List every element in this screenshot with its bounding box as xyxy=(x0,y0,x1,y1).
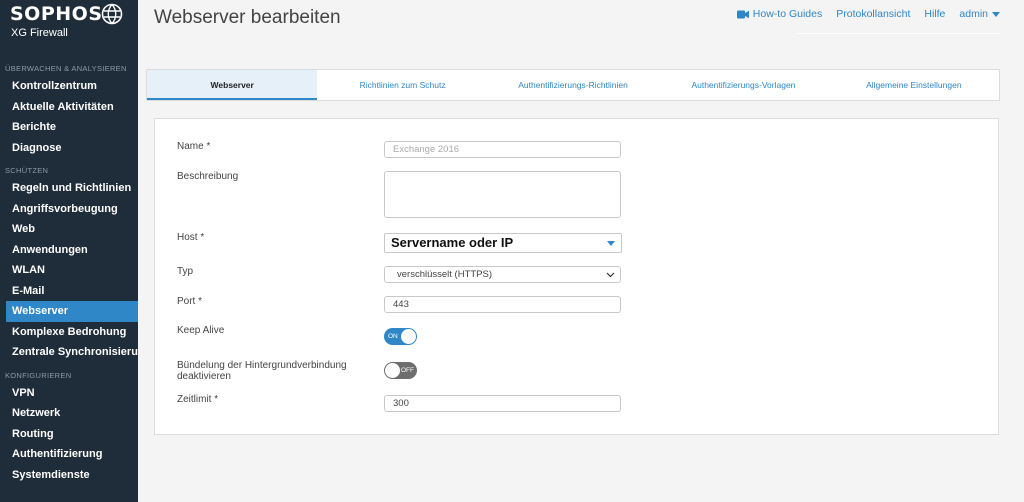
toggle-on-label: ON xyxy=(388,333,398,340)
sidebar-item-advanced-threat[interactable]: Komplexe Bedrohung xyxy=(0,322,138,343)
top-nav: How-to Guides Protokollansicht Hilfe adm… xyxy=(736,8,1000,20)
sidebar-item-email[interactable]: E-Mail xyxy=(0,281,138,302)
section-label-monitor: ÜBERWACHEN & ANALYSIEREN xyxy=(5,64,127,73)
section-label-configure: KONFIGURIEREN xyxy=(5,370,72,380)
product-name: XG Firewall xyxy=(11,27,68,39)
timeout-field[interactable]: 300 xyxy=(384,395,621,412)
divider xyxy=(797,33,1000,34)
timeout-label: Zeitlimit * xyxy=(177,394,219,405)
sidebar-item-network[interactable]: Netzwerk xyxy=(0,403,138,424)
help-link[interactable]: Hilfe xyxy=(924,8,945,20)
user-menu[interactable]: admin xyxy=(959,8,1000,20)
tab-bar: Webserver Richtlinien zum Schutz Authent… xyxy=(146,69,1000,101)
name-label: Name * xyxy=(177,141,211,152)
toggle-knob xyxy=(401,329,416,344)
sophos-logo-text: SOPHOS xyxy=(10,3,103,25)
type-label: Typ xyxy=(177,266,194,277)
host-select[interactable]: Servername oder IP xyxy=(384,233,622,253)
host-value: Servername oder IP xyxy=(391,235,514,250)
user-name: admin xyxy=(959,8,988,20)
sidebar-item-webserver[interactable]: Webserver xyxy=(6,301,138,322)
description-field[interactable] xyxy=(384,171,621,218)
page-title: Webserver bearbeiten xyxy=(154,7,341,28)
sidebar: SOPHOS XG Firewall ÜBERWACHEN & ANALYSIE… xyxy=(0,0,138,502)
how-to-guides-link[interactable]: How-to Guides xyxy=(736,8,823,20)
section-label-protect: SCHÜTZEN xyxy=(5,166,49,175)
name-field[interactable]: Exchange 2016 xyxy=(384,141,621,158)
sidebar-item-web[interactable]: Web xyxy=(0,219,138,240)
log-viewer-link[interactable]: Protokollansicht xyxy=(836,8,910,20)
chevron-down-icon xyxy=(992,11,1000,17)
sidebar-item-wlan[interactable]: WLAN xyxy=(0,260,138,281)
sidebar-item-rules-policies[interactable]: Regeln und Richtlinien xyxy=(0,178,138,199)
video-camera-icon xyxy=(736,10,749,18)
sidebar-item-applications[interactable]: Anwendungen xyxy=(0,240,138,261)
bundling-label-line2: deaktivieren xyxy=(177,371,231,382)
dropdown-arrow-icon xyxy=(607,241,615,246)
bundling-label: Bündelung der Hintergrundverbindung deakt… xyxy=(177,360,347,382)
tab-protection-policies[interactable]: Richtlinien zum Schutz xyxy=(317,70,487,100)
tab-auth-policies[interactable]: Authentifizierungs-Richtlinien xyxy=(488,70,658,100)
type-select[interactable]: verschlüsselt (HTTPS) xyxy=(384,266,621,283)
port-field[interactable]: 443 xyxy=(384,296,621,313)
toggle-off-label: OFF xyxy=(401,367,414,374)
port-label: Port * xyxy=(177,296,203,307)
sidebar-item-system-services[interactable]: Systemdienste xyxy=(0,465,138,486)
sidebar-item-authentication[interactable]: Authentifizierung xyxy=(0,444,138,465)
sidebar-item-diagnostics[interactable]: Diagnose xyxy=(0,138,138,159)
sidebar-item-current-activities[interactable]: Aktuelle Aktivitäten xyxy=(0,97,138,118)
tab-auth-templates[interactable]: Authentifizierungs-Vorlagen xyxy=(658,70,828,100)
sidebar-item-control-center[interactable]: Kontrollzentrum xyxy=(0,76,138,97)
globe-logo-icon xyxy=(101,3,123,25)
keep-alive-toggle[interactable]: ON xyxy=(384,328,417,345)
sidebar-item-routing[interactable]: Routing xyxy=(0,424,138,445)
chevron-down-icon xyxy=(606,272,615,278)
sidebar-item-vpn[interactable]: VPN xyxy=(0,383,138,404)
sidebar-item-intrusion-prevention[interactable]: Angriffsvorbeugung xyxy=(0,199,138,220)
host-label: Host * xyxy=(177,232,205,243)
sidebar-item-central-sync[interactable]: Zentrale Synchronisierung xyxy=(0,342,138,363)
keep-alive-label: Keep Alive xyxy=(177,325,225,336)
sidebar-item-reports[interactable]: Berichte xyxy=(0,117,138,138)
brand: SOPHOS XG Firewall xyxy=(0,0,138,62)
tab-general-settings[interactable]: Allgemeine Einstellungen xyxy=(829,70,999,100)
form-panel: Name * Exchange 2016 Beschreibung Host *… xyxy=(154,118,999,435)
type-value: verschlüsselt (HTTPS) xyxy=(397,269,493,280)
tab-webserver[interactable]: Webserver xyxy=(147,70,318,100)
bundling-label-line1: Bündelung der Hintergrundverbindung xyxy=(177,360,347,371)
description-label: Beschreibung xyxy=(177,171,239,182)
how-to-guides-label: How-to Guides xyxy=(752,8,823,20)
toggle-knob xyxy=(385,363,400,378)
bundling-toggle[interactable]: OFF xyxy=(384,362,417,379)
